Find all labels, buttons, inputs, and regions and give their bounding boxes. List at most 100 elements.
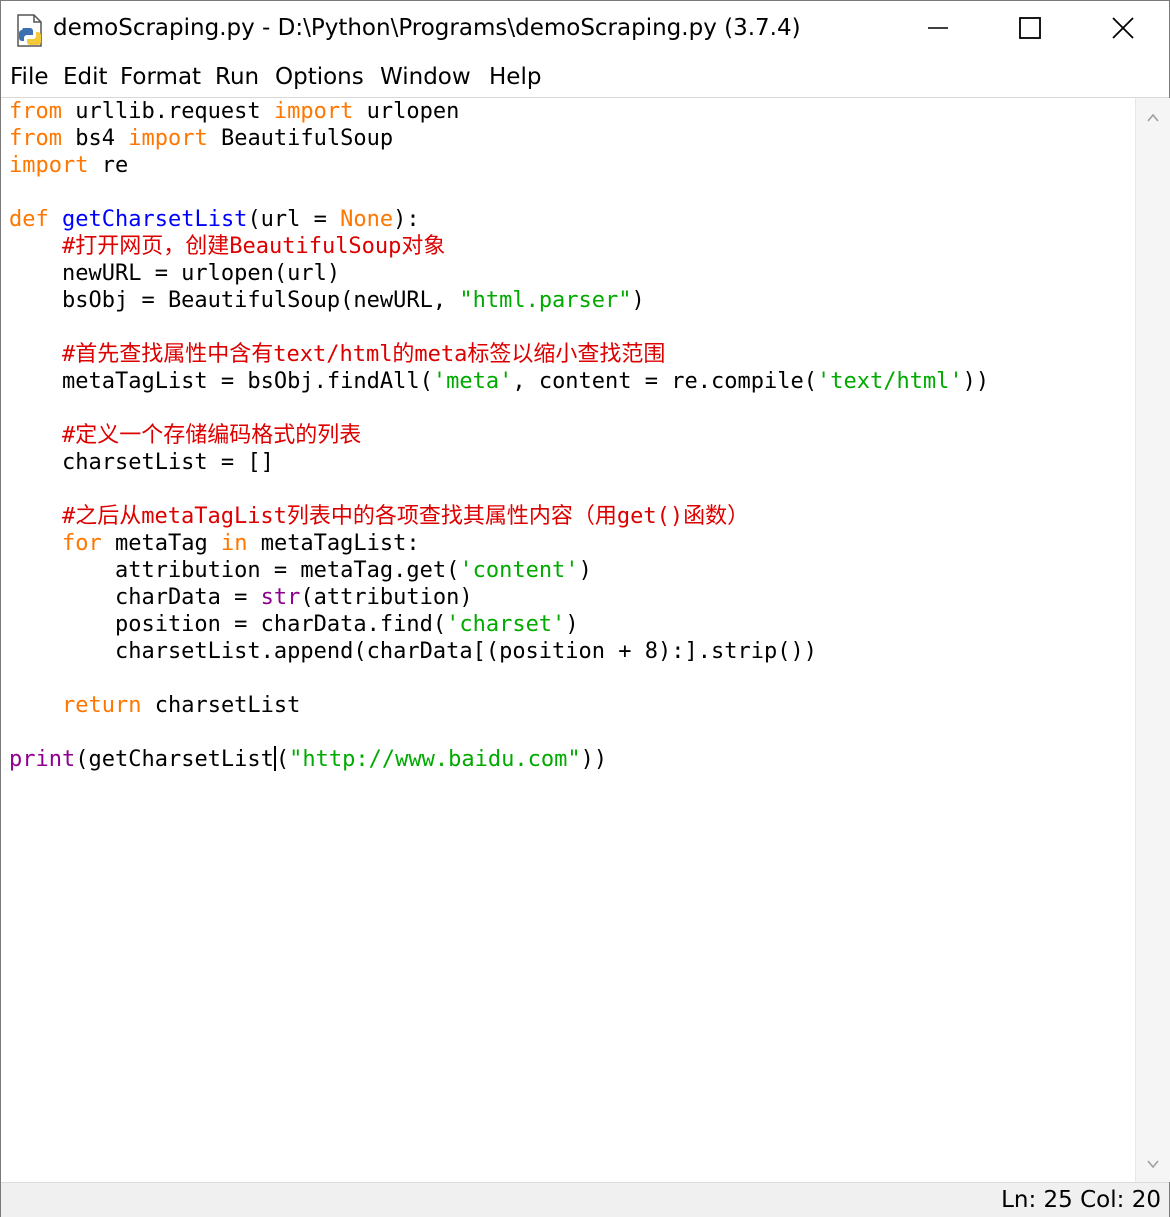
menu-bar: File Edit Format Run Options Window Help (1, 59, 1169, 98)
code-token: charsetList = [] (9, 450, 274, 475)
maximize-icon (1019, 17, 1041, 43)
code-token: , content = re.compile( (512, 369, 817, 394)
code-token: def (9, 207, 49, 232)
code-line-7[interactable]: newURL = urlopen(url) (9, 260, 989, 287)
code-line-6[interactable]: #打开网页，创建BeautifulSoup对象 (9, 233, 989, 260)
code-token: (url = (247, 207, 341, 232)
code-token: str (260, 585, 301, 610)
code-line-11[interactable]: metaTagList = bsObj.findAll('meta', cont… (9, 368, 989, 395)
code-token: import (128, 126, 208, 151)
python-file-icon (15, 14, 47, 48)
code-token: #之后从metaTagList列表中的各项查找其属性内容（用get()函数） (61, 504, 750, 529)
code-token: bs4 (61, 126, 129, 151)
code-token: getCharsetList (62, 207, 248, 232)
code-token: from (9, 99, 62, 124)
code-line-16[interactable]: #之后从metaTagList列表中的各项查找其属性内容（用get()函数） (9, 503, 989, 530)
code-line-9[interactable] (9, 314, 989, 341)
minimize-button[interactable] (892, 1, 984, 59)
code-token: #定义一个存储编码格式的列表 (61, 423, 362, 448)
code-token: ) (565, 612, 579, 637)
code-token: re (88, 153, 129, 178)
code-token: urllib.request (61, 99, 274, 124)
code-token: import (9, 153, 89, 178)
scroll-down-icon[interactable] (1146, 1156, 1160, 1170)
code-token: 'charset' (446, 612, 566, 637)
code-token: charsetList (141, 693, 301, 718)
code-line-24[interactable] (9, 719, 989, 746)
code-line-5[interactable]: def getCharsetList(url = None): (9, 206, 989, 233)
code-line-4[interactable] (9, 179, 989, 206)
code-token: )) (962, 369, 990, 394)
code-line-8[interactable]: bsObj = BeautifulSoup(newURL, "html.pars… (9, 287, 989, 314)
code-editor[interactable]: from urllib.request import urlopen from b… (2, 98, 1135, 1182)
menu-run[interactable]: Run (215, 64, 259, 90)
code-token: for (61, 531, 102, 556)
code-token: from (9, 126, 62, 151)
cursor-position: Ln: 25 Col: 20 (1001, 1187, 1161, 1213)
code-token: 'meta' (432, 369, 513, 394)
window-title: demoScraping.py - D:\Python\Programs\dem… (53, 15, 801, 41)
code-token: newURL = urlopen(url) (9, 261, 341, 286)
code-token: ) (578, 558, 592, 583)
code-token: bsObj = BeautifulSoup(newURL, (9, 288, 460, 313)
line-number: 25 (1043, 1187, 1073, 1213)
code-token: (attribution) (300, 585, 473, 610)
code-token: urlopen (353, 99, 460, 124)
code-token: 'text/html' (816, 369, 963, 394)
code-token: 'content' (459, 558, 579, 583)
code-line-23[interactable]: return charsetList (9, 692, 989, 719)
close-icon (1112, 17, 1134, 43)
line-label: Ln: (1001, 1187, 1037, 1213)
code-line-1[interactable]: from urllib.request import urlopen (9, 98, 989, 125)
menu-options[interactable]: Options (275, 64, 364, 90)
column-label: Col: (1080, 1187, 1125, 1213)
code-line-13[interactable]: #定义一个存储编码格式的列表 (9, 422, 989, 449)
code-line-22[interactable] (9, 665, 989, 692)
code-token: metaTagList = bsObj.findAll( (9, 369, 433, 394)
code-token: metaTagList: (247, 531, 420, 556)
code-line-21[interactable]: charsetList.append(charData[(position + … (9, 638, 989, 665)
code-line-19[interactable]: charData = str(attribution) (9, 584, 989, 611)
code-line-10[interactable]: #首先查找属性中含有text/html的meta标签以缩小查找范围 (9, 341, 989, 368)
code-line-17[interactable]: for metaTag in metaTagList: (9, 530, 989, 557)
menu-edit[interactable]: Edit (63, 64, 108, 90)
code-line-3[interactable]: import re (9, 152, 989, 179)
code-line-25[interactable]: print(getCharsetList("http://www.baidu.c… (9, 746, 989, 773)
maximize-button[interactable] (984, 1, 1076, 59)
code-line-12[interactable] (9, 395, 989, 422)
code-token: in (220, 531, 248, 556)
code-token: "html.parser" (459, 288, 632, 313)
code-token: #首先查找属性中含有text/html的meta标签以缩小查找范围 (61, 342, 666, 367)
vertical-scrollbar[interactable] (1135, 98, 1170, 1182)
code-line-14[interactable]: charsetList = [] (9, 449, 989, 476)
code-line-18[interactable]: attribution = metaTag.get('content') (9, 557, 989, 584)
code-text[interactable]: from urllib.request import urlopen from b… (9, 98, 989, 773)
code-token: (getCharsetList (75, 747, 274, 772)
title-bar[interactable]: demoScraping.py - D:\Python\Programs\dem… (1, 1, 1169, 59)
menu-help[interactable]: Help (489, 64, 541, 90)
code-token: "http://www.baidu.com" (289, 747, 581, 772)
column-number: 20 (1131, 1187, 1161, 1213)
status-bar: Ln: 25 Col: 20 (1, 1182, 1169, 1217)
code-token: return (61, 693, 142, 718)
menu-file[interactable]: File (10, 64, 49, 90)
close-button[interactable] (1077, 1, 1169, 59)
code-line-15[interactable] (9, 476, 989, 503)
menu-window[interactable]: Window (380, 64, 471, 90)
code-line-20[interactable]: position = charData.find('charset') (9, 611, 989, 638)
code-token: metaTag (101, 531, 221, 556)
code-token: position = charData.find( (9, 612, 447, 637)
menu-format[interactable]: Format (120, 64, 201, 90)
code-token: import (273, 99, 354, 124)
idle-editor-window: demoScraping.py - D:\Python\Programs\dem… (0, 0, 1170, 1217)
code-token: charsetList.append(charData[(position + … (9, 639, 817, 664)
code-line-2[interactable]: from bs4 import BeautifulSoup (9, 125, 989, 152)
scroll-up-icon[interactable] (1146, 110, 1160, 124)
